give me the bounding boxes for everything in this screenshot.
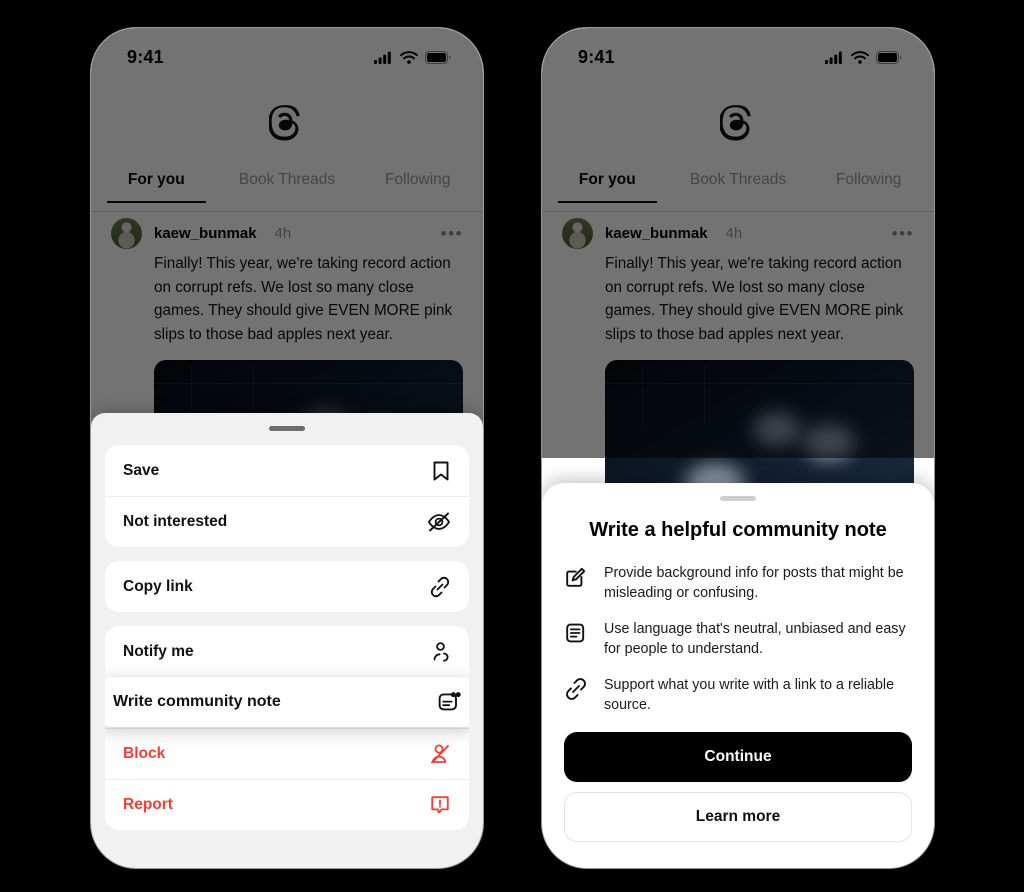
action-group-1: Save Not interested: [105, 445, 469, 547]
eye-off-icon: [427, 512, 451, 532]
action-label: Not interested: [123, 513, 228, 530]
status-bar-left: 9:41: [91, 28, 483, 76]
highlighted-write-community-note[interactable]: Write community note: [105, 677, 469, 727]
modal-title: Write a helpful community note: [589, 519, 887, 541]
tab-book-threads[interactable]: Book Threads: [673, 168, 804, 189]
avatar[interactable]: [111, 218, 142, 249]
feed-tabs-right[interactable]: For you Book Threads Following: [542, 168, 934, 212]
tab-following[interactable]: Following: [803, 168, 934, 189]
action-sheet: Save Not interested Copy link Notify me …: [91, 413, 483, 868]
action-row-not-interested[interactable]: Not interested: [105, 496, 469, 547]
people-icon: [429, 641, 451, 663]
cellular-signal-icon: [825, 51, 842, 64]
post-header: kaew_bunmak 4h •••: [111, 218, 463, 249]
report-flag-icon: [429, 794, 451, 816]
more-options-icon[interactable]: •••: [892, 225, 914, 242]
modal-bullet: Provide background info for posts that m…: [564, 564, 912, 603]
battery-icon: [876, 50, 902, 64]
person-block-icon: [429, 743, 451, 765]
action-group-2: Copy link: [105, 561, 469, 612]
document-lines-icon: [564, 620, 588, 650]
status-bar-right: 9:41: [542, 28, 934, 76]
threads-logo-icon: [720, 105, 751, 141]
tab-book-threads[interactable]: Book Threads: [222, 168, 353, 189]
post-username[interactable]: kaew_bunmak: [154, 225, 257, 242]
action-row-notify-me[interactable]: Notify me: [105, 626, 469, 677]
app-logo-wrap: [542, 104, 934, 144]
post-username[interactable]: kaew_bunmak: [605, 225, 708, 242]
action-group-3: Notify me Write community note: [105, 626, 469, 830]
bookmark-icon: [431, 460, 451, 482]
action-row-report[interactable]: Report: [105, 779, 469, 830]
status-icons: [374, 50, 451, 64]
modal-bullet: Support what you write with a link to a …: [564, 676, 912, 715]
continue-button[interactable]: Continue: [564, 732, 912, 782]
phone-right-screen: 9:41 For you Book Threads Following kaew…: [542, 28, 934, 868]
post-header: kaew_bunmak 4h •••: [562, 218, 914, 249]
community-note-icon: [437, 690, 461, 714]
action-row-copy-link[interactable]: Copy link: [105, 561, 469, 612]
cellular-signal-icon: [374, 51, 391, 64]
edit-square-icon: [564, 564, 588, 594]
screenshot-stage: 9:41 For you Book Threads Following kaew…: [0, 0, 1024, 892]
post-body: Finally! This year, we're taking record …: [605, 255, 904, 343]
battery-icon: [425, 50, 451, 64]
modal-bullet-text: Provide background info for posts that m…: [604, 565, 904, 601]
status-time: 9:41: [578, 46, 615, 67]
link-icon: [564, 676, 588, 706]
modal-bullet-text: Use language that's neutral, unbiased an…: [604, 621, 906, 657]
community-note-modal: Write a helpful community note Provide b…: [542, 483, 934, 868]
app-logo-wrap: [91, 104, 483, 144]
action-label: Report: [123, 796, 173, 813]
phone-left: 9:41 For you Book Threads Following kaew…: [90, 27, 484, 869]
phone-right: 9:41 For you Book Threads Following kaew…: [541, 27, 935, 869]
action-row-save[interactable]: Save: [105, 445, 469, 496]
feed-tabs-left[interactable]: For you Book Threads Following: [91, 168, 483, 212]
wifi-icon: [400, 50, 418, 64]
tab-for-you[interactable]: For you: [91, 168, 222, 203]
modal-grabber[interactable]: [720, 496, 756, 501]
avatar[interactable]: [562, 218, 593, 249]
post-timestamp: 4h: [274, 225, 292, 242]
action-label: Notify me: [123, 642, 194, 660]
tab-for-you[interactable]: For you: [542, 168, 673, 203]
learn-more-button[interactable]: Learn more: [564, 792, 912, 842]
tab-following[interactable]: Following: [352, 168, 483, 189]
modal-bullet-text: Support what you write with a link to a …: [604, 677, 895, 713]
action-label: Copy link: [123, 577, 193, 595]
phone-left-screen: 9:41 For you Book Threads Following kaew…: [91, 28, 483, 868]
status-icons: [825, 50, 902, 64]
wifi-icon: [851, 50, 869, 64]
post-timestamp: 4h: [725, 225, 743, 242]
action-row-block[interactable]: Block: [105, 728, 469, 779]
threads-logo-icon: [269, 105, 300, 141]
action-label: Save: [123, 461, 160, 479]
status-time: 9:41: [127, 46, 164, 67]
modal-bullet: Use language that's neutral, unbiased an…: [564, 620, 912, 659]
sheet-grabber[interactable]: [269, 426, 305, 431]
more-options-icon[interactable]: •••: [441, 225, 463, 242]
action-label: Block: [123, 745, 166, 762]
highlighted-label: Write community note: [113, 693, 281, 710]
post-body: Finally! This year, we're taking record …: [154, 255, 453, 343]
link-icon: [429, 576, 451, 598]
